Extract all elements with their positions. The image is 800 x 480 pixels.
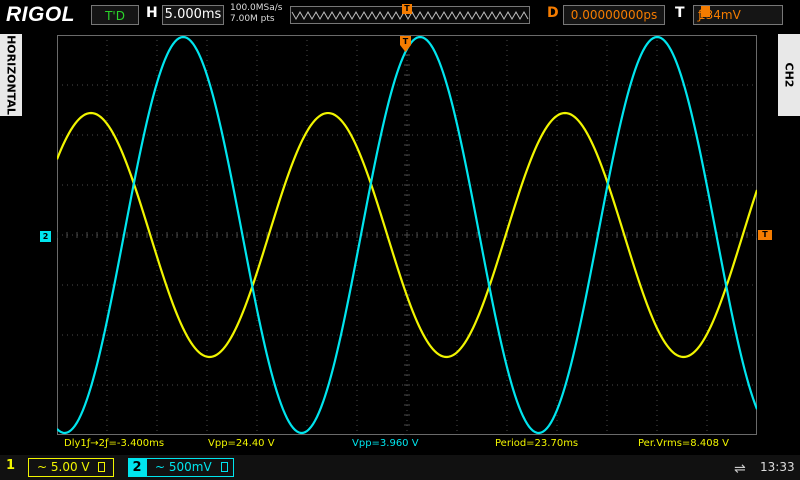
run-state-badge[interactable]: T'D — [91, 5, 139, 25]
trigger-label: T — [675, 5, 685, 21]
channel-bar: 1 ~ 5.00 V 2 ~ 500mV ⇌ 13:33 — [0, 455, 800, 480]
rigol-logo: RIGOL — [6, 3, 75, 26]
delay-label: D — [547, 5, 559, 21]
trigger-settings[interactable]: ƒ134mV — [693, 5, 783, 25]
ch2-scale: 500mV — [168, 460, 212, 474]
ch2-coupling-icon: ~ — [155, 460, 166, 474]
memory-depth: 7.00M pts — [230, 14, 275, 24]
measurement-ch2-vpp[interactable]: Vpp=3.960 V — [352, 438, 419, 449]
ch2-number[interactable]: 2 — [128, 458, 146, 477]
waveform-display[interactable] — [57, 35, 757, 435]
measurement-ch1-vpp[interactable]: Vpp=24.40 V — [208, 438, 275, 449]
ch1-number[interactable]: 1 — [6, 458, 24, 476]
ch2-bandwidth-icon — [220, 462, 228, 472]
measurement-vrms[interactable]: Per.Vrms=8.408 V — [638, 438, 729, 449]
acquisition-info: 100.0MSa/s 7.00M pts — [230, 3, 286, 25]
sample-rate: 100.0MSa/s — [230, 3, 283, 13]
measurement-delay[interactable]: Dly1ƒ→2ƒ=-3.400ms — [64, 438, 164, 449]
clock-time: 13:33 — [760, 460, 795, 474]
measurement-bar: Dly1ƒ→2ƒ=-3.400ms Vpp=24.40 V Vpp=3.960 … — [0, 437, 800, 453]
horizontal-label: H — [146, 5, 158, 21]
trigger-position-indicator: T — [402, 4, 412, 14]
timebase-value[interactable]: 5.000ms — [162, 5, 224, 25]
trigger-level-marker[interactable]: T — [758, 230, 772, 240]
ch1-settings[interactable]: ~ 5.00 V — [28, 458, 114, 477]
ch1-coupling-icon: ~ — [37, 460, 48, 474]
usb-icon: ⇌ — [734, 461, 746, 477]
horizontal-tab-label: HORIZONTAL — [4, 35, 18, 115]
ch1-scale: 5.00 V — [50, 460, 90, 474]
graticule — [57, 35, 757, 435]
trigger-position-marker[interactable]: T — [400, 36, 411, 52]
ch2-settings[interactable]: ~ 500mV — [146, 458, 234, 477]
trigger-level: 134mV — [698, 8, 741, 22]
ch1-bandwidth-icon — [98, 462, 106, 472]
ch2-ground-marker[interactable]: 2 — [40, 231, 51, 242]
measurement-period[interactable]: Period=23.70ms — [495, 438, 578, 449]
ch2-menu-tab[interactable]: CH2 — [778, 34, 800, 116]
ch2-tab-label: CH2 — [782, 62, 796, 88]
horizontal-menu-tab[interactable]: HORIZONTAL — [0, 34, 22, 116]
delay-value[interactable]: 0.00000000ps — [563, 5, 665, 25]
top-status-bar: RIGOL T'D H 5.000ms 100.0MSa/s 7.00M pts… — [0, 0, 800, 30]
svg-text:T: T — [403, 37, 409, 46]
